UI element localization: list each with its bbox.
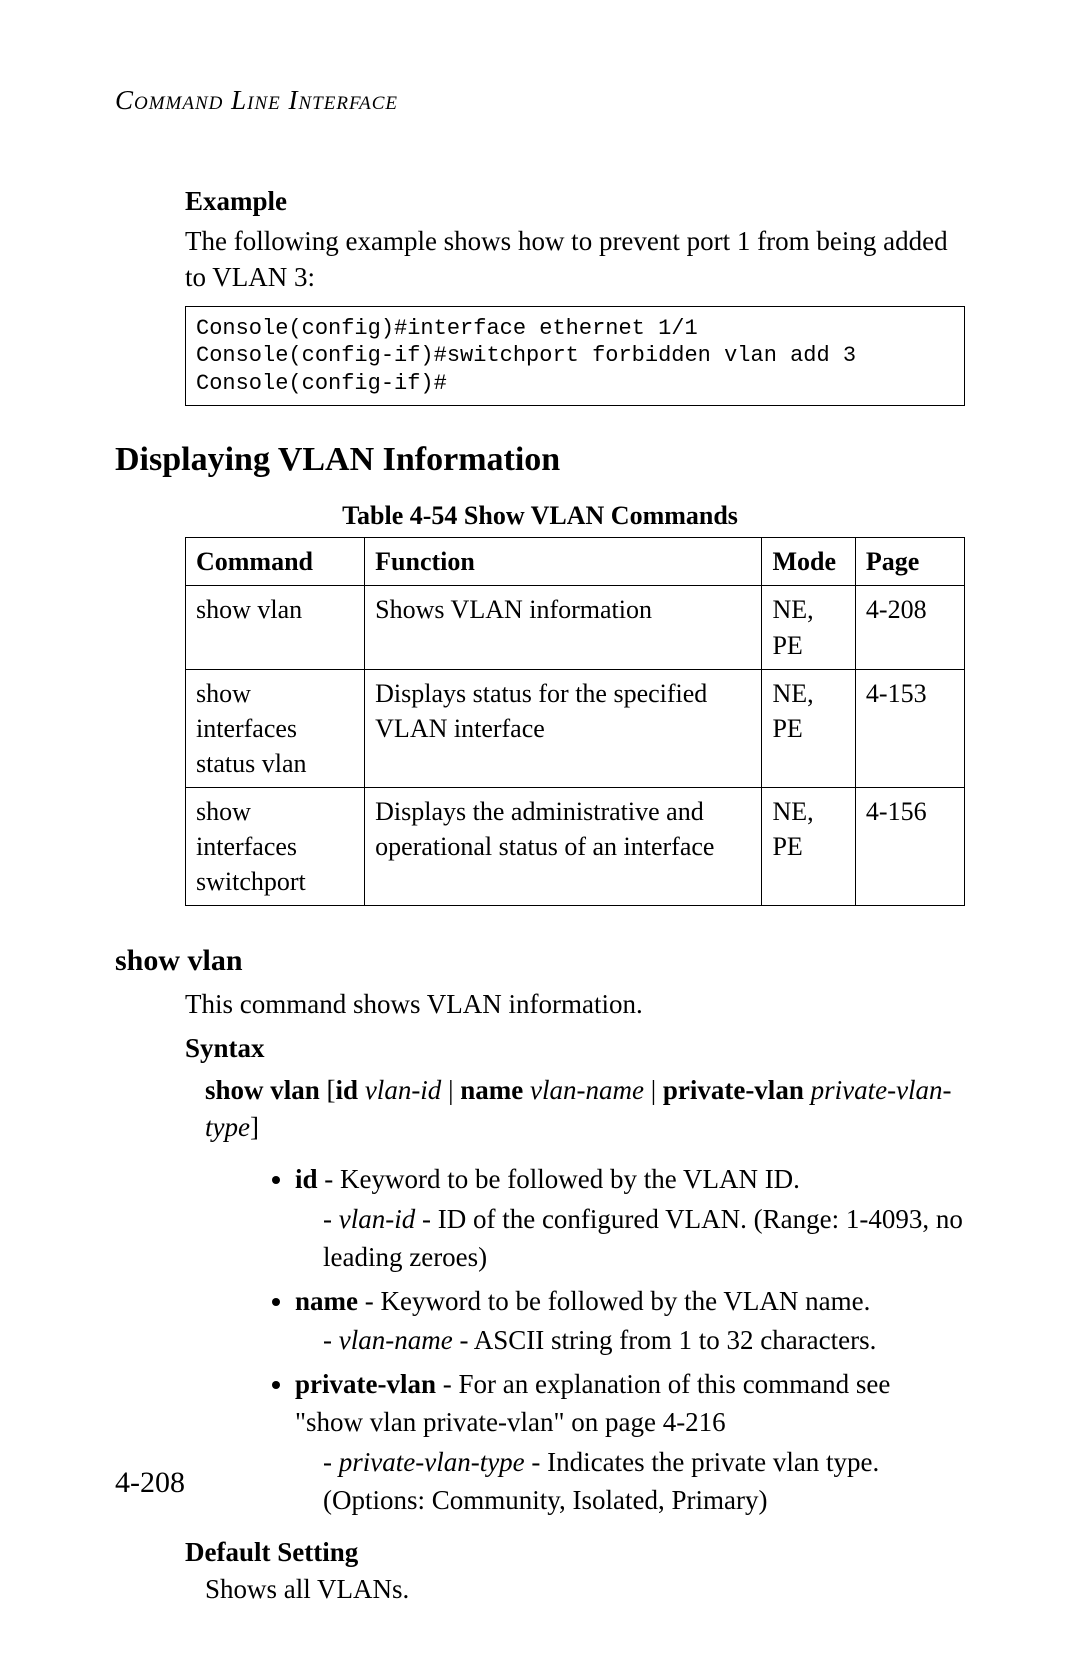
- syntax-bullets: id - Keyword to be followed by the VLAN …: [295, 1161, 965, 1519]
- bullet-name: name - Keyword to be followed by the VLA…: [295, 1283, 965, 1361]
- kw: private-vlan: [295, 1369, 436, 1399]
- syntax-token: vlan-name: [530, 1075, 644, 1105]
- syntax-token: |: [441, 1075, 460, 1105]
- kw: name: [295, 1286, 358, 1316]
- td-function: Displays status for the specified VLAN i…: [365, 669, 762, 787]
- txt: - Keyword to be followed by the VLAN ID.: [318, 1164, 800, 1194]
- td-mode: NE, PE: [762, 669, 855, 787]
- th-function: Function: [365, 538, 762, 586]
- td-function: Shows VLAN information: [365, 586, 762, 669]
- table-caption: Table 4-54 Show VLAN Commands: [115, 501, 965, 531]
- td-mode: NE, PE: [762, 787, 855, 905]
- example-heading: Example: [185, 186, 965, 217]
- kw: vlan-id: [339, 1204, 415, 1234]
- syntax-token: [523, 1075, 530, 1105]
- syntax-token: |: [644, 1075, 663, 1105]
- table-row: show interfaces switchport Displays the …: [186, 787, 965, 905]
- show-vlan-body: This command shows VLAN information. Syn…: [185, 986, 965, 1605]
- syntax-line: show vlan [id vlan-id | name vlan-name |…: [205, 1072, 965, 1148]
- sub-bullets: vlan-name - ASCII string from 1 to 32 ch…: [323, 1322, 965, 1360]
- th-page: Page: [855, 538, 964, 586]
- td-command: show vlan: [186, 586, 365, 669]
- default-setting-heading: Default Setting: [185, 1537, 965, 1568]
- syntax-token: [804, 1075, 811, 1105]
- default-setting-body: Shows all VLANs.: [205, 1574, 965, 1605]
- bullet-private-vlan-type: private-vlan-type - Indicates the privat…: [323, 1444, 965, 1520]
- bullet-vlan-name: vlan-name - ASCII string from 1 to 32 ch…: [323, 1322, 965, 1360]
- syntax-token: [358, 1075, 365, 1105]
- td-page: 4-153: [855, 669, 964, 787]
- example-section: Example The following example shows how …: [185, 186, 965, 406]
- syntax-token: show vlan: [205, 1075, 320, 1105]
- show-vlan-heading: show vlan: [115, 944, 965, 978]
- show-vlan-desc: This command shows VLAN information.: [185, 986, 965, 1022]
- td-function: Displays the administrative and operatio…: [365, 787, 762, 905]
- table-row: show vlan Shows VLAN information NE, PE …: [186, 586, 965, 669]
- running-head: Command Line Interface: [115, 85, 965, 116]
- bullet-id: id - Keyword to be followed by the VLAN …: [295, 1161, 965, 1276]
- th-mode: Mode: [762, 538, 855, 586]
- vlan-commands-table: Command Function Mode Page show vlan Sho…: [185, 537, 965, 906]
- syntax-token: id: [336, 1075, 359, 1105]
- example-code-block: Console(config)#interface ethernet 1/1 C…: [185, 306, 965, 407]
- syntax-token: name: [460, 1075, 523, 1105]
- kw: id: [295, 1164, 318, 1194]
- syntax-heading: Syntax: [185, 1033, 965, 1064]
- txt: - ID of the configured VLAN. (Range: 1-4…: [323, 1204, 963, 1272]
- th-command: Command: [186, 538, 365, 586]
- td-page: 4-156: [855, 787, 964, 905]
- syntax-token: vlan-id: [365, 1075, 441, 1105]
- td-mode: NE, PE: [762, 586, 855, 669]
- bullet-vlan-id: vlan-id - ID of the configured VLAN. (Ra…: [323, 1201, 965, 1277]
- page-body: Command Line Interface Example The follo…: [0, 0, 1080, 1665]
- td-page: 4-208: [855, 586, 964, 669]
- kw: private-vlan-type: [339, 1447, 525, 1477]
- syntax-token: [: [320, 1075, 336, 1105]
- section-title: Displaying VLAN Information: [115, 441, 965, 479]
- bullet-private-vlan: private-vlan - For an explanation of thi…: [295, 1366, 965, 1519]
- txt: - ASCII string from 1 to 32 characters.: [453, 1325, 877, 1355]
- td-command: show interfaces status vlan: [186, 669, 365, 787]
- kw: vlan-name: [339, 1325, 453, 1355]
- txt: - Keyword to be followed by the VLAN nam…: [358, 1286, 870, 1316]
- td-command: show interfaces switchport: [186, 787, 365, 905]
- syntax-token: private-vlan: [663, 1075, 804, 1105]
- table-header-row: Command Function Mode Page: [186, 538, 965, 586]
- sub-bullets: private-vlan-type - Indicates the privat…: [323, 1444, 965, 1520]
- page-number: 4-208: [115, 1466, 185, 1500]
- syntax-token: ]: [250, 1112, 259, 1142]
- example-intro: The following example shows how to preve…: [185, 223, 965, 296]
- table-row: show interfaces status vlan Displays sta…: [186, 669, 965, 787]
- sub-bullets: vlan-id - ID of the configured VLAN. (Ra…: [323, 1201, 965, 1277]
